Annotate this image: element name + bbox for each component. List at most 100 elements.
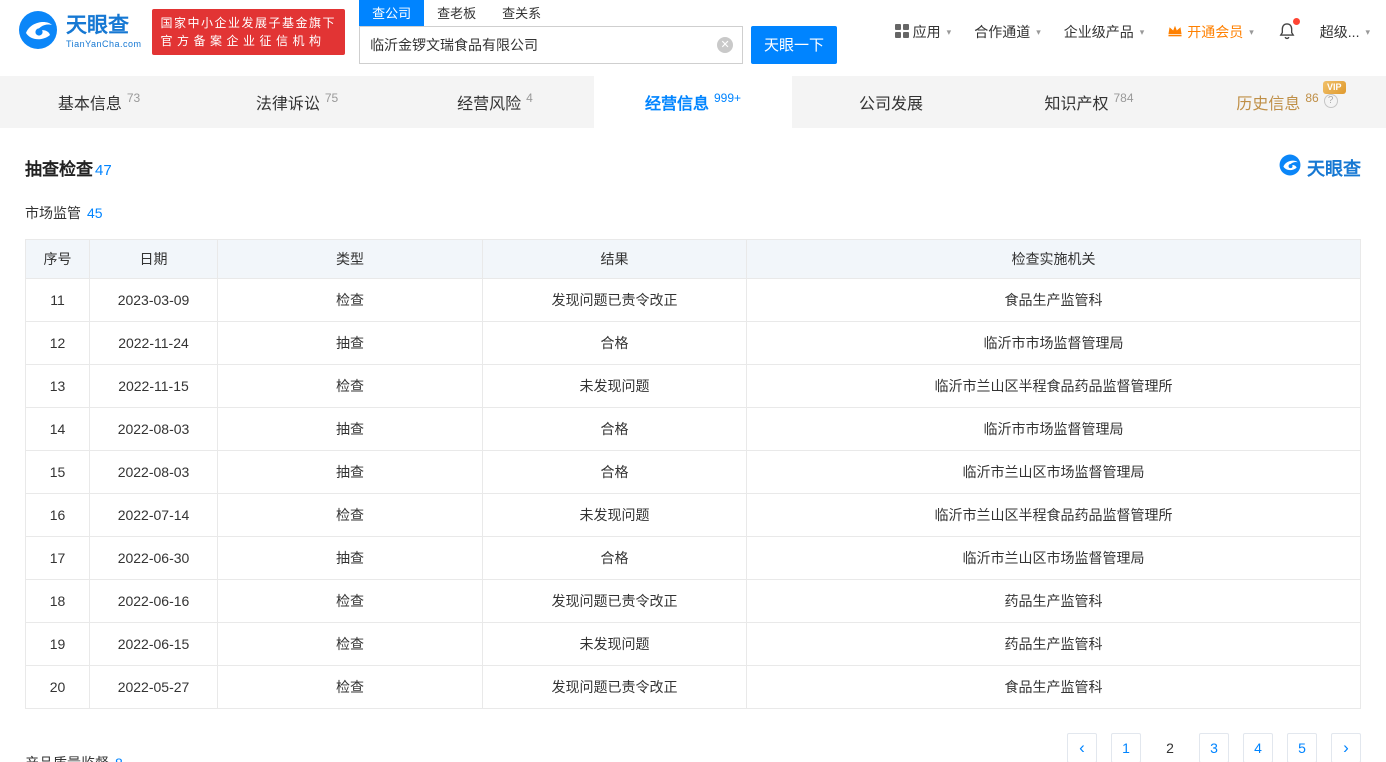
search-tab[interactable]: 查关系 [489,0,554,26]
chevron-down-icon: ▾ [1365,27,1370,38]
search-input[interactable] [359,26,743,64]
nav-tab[interactable]: 基本信息73 [0,76,198,128]
menu-item-enterprise[interactable]: 企业级产品 ▾ [1064,22,1145,42]
table-cell: 合格 [483,408,747,450]
nav-tab[interactable]: 法律诉讼 75 [198,76,396,128]
page-button-1[interactable]: 1 [1111,733,1141,762]
table-row: 122022-11-24抽查合格临沂市市场监督管理局 [26,321,1360,364]
menu-label-apps: 应用 [913,22,941,42]
tianyancha-logo-icon [18,10,58,55]
subsection-title: 市场监管45 [25,203,1361,223]
next-page-button[interactable]: › [1331,733,1361,762]
nav-tab-label: 经营信息 [645,90,709,114]
table-cell: 食品生产监管科 [747,666,1360,708]
menu-item-open-vip[interactable]: 开通会员 ▾ [1167,22,1254,42]
table-cell: 2023-03-09 [90,279,218,321]
table-cell: 16 [26,494,90,536]
notifications-bell-button[interactable] [1277,21,1297,44]
menu-label-cooperation: 合作通道 [974,22,1030,42]
nav-tab-label: 经营风险 [457,90,521,114]
nav-tab-label: 历史信息 [1236,90,1300,114]
nav-tab[interactable]: 历史信息 86 VIP? [1188,76,1386,128]
pagination: ‹ 12345 › [25,733,1361,762]
table-cell: 药品生产监管科 [747,580,1360,622]
nav-tab[interactable]: 知识产权 784 [990,76,1188,128]
section-count: 47 [95,162,112,179]
nav-tab-count: 75 [325,91,338,105]
section-title-row: 抽查检查47 [25,155,112,180]
page-button-3[interactable]: 3 [1199,733,1229,762]
table-row: 142022-08-03抽查合格临沂市市场监督管理局 [26,407,1360,450]
page-button-4[interactable]: 4 [1243,733,1273,762]
next-section-count: 8 [115,755,123,762]
table-header-cell: 结果 [483,240,747,278]
table-header-cell: 检查实施机关 [747,240,1360,278]
clear-search-icon[interactable]: ✕ [717,37,733,53]
table-cell: 临沂市市场监督管理局 [747,322,1360,364]
watermark-logo-icon [1279,154,1301,181]
table-cell: 抽查 [218,451,483,493]
table-header-cell: 日期 [90,240,218,278]
nav-tab-count: 4 [526,91,533,105]
menu-label-open-vip: 开通会员 [1187,22,1243,42]
next-section-title: 产品质量监督 8 [25,753,123,762]
chevron-down-icon: ▾ [1249,27,1254,38]
main-content: 抽查检查47 天眼查 市场监管45 序号日期类型结果检查实施机关 112023-… [0,128,1386,762]
table-cell: 2022-08-03 [90,451,218,493]
top-menu: 应用 ▾ 合作通道 ▾ 企业级产品 ▾ 开通会员 ▾ [895,21,1370,44]
table-cell: 抽查 [218,322,483,364]
table-cell: 检查 [218,494,483,536]
nav-tab[interactable]: 经营信息999+ [594,76,792,128]
nav-tab-count: 86 [1305,91,1318,105]
prev-page-button[interactable]: ‹ [1067,733,1097,762]
table-cell: 2022-11-24 [90,322,218,364]
table-cell: 19 [26,623,90,665]
table-cell: 17 [26,537,90,579]
search-input-wrap: ✕ [359,26,743,64]
nav-tab-label: 法律诉讼 [256,90,320,114]
menu-label-account: 超级... [1320,22,1360,42]
table-cell: 12 [26,322,90,364]
menu-item-cooperation[interactable]: 合作通道 ▾ [974,22,1041,42]
search-tabs: 查公司查老板查关系 [359,1,837,26]
menu-item-apps[interactable]: 应用 ▾ [895,22,952,42]
table-cell: 合格 [483,322,747,364]
table-cell: 14 [26,408,90,450]
page-button-5[interactable]: 5 [1287,733,1317,762]
nav-tab[interactable]: 经营风险 4 [396,76,594,128]
search-area: 查公司查老板查关系 ✕ 天眼一下 [359,1,837,64]
section-head: 抽查检查47 天眼查 [25,154,1361,181]
menu-item-account[interactable]: 超级... ▾ [1320,22,1370,42]
search-row: ✕ 天眼一下 [359,26,837,64]
nav-tabs: 基本信息73 法律诉讼 75 经营风险 4 经营信息999+ 公司发展 知识产权 784 历史信息… [0,76,1386,128]
table-cell: 2022-05-27 [90,666,218,708]
table-cell: 临沂市兰山区市场监督管理局 [747,451,1360,493]
table-cell: 临沂市兰山区半程食品药品监督管理所 [747,365,1360,407]
logo-text: 天眼查 TianYanCha.com [66,15,142,49]
crown-icon [1167,23,1183,41]
next-section-label: 产品质量监督 [25,755,109,762]
table-row: 172022-06-30抽查合格临沂市兰山区市场监督管理局 [26,536,1360,579]
vip-badge: VIP [1323,81,1346,94]
table-cell: 18 [26,580,90,622]
watermark-logo: 天眼查 [1279,154,1361,181]
nav-tab[interactable]: 公司发展 [792,76,990,128]
search-tab[interactable]: 查老板 [424,0,489,26]
page-button-2[interactable]: 2 [1155,733,1185,762]
nav-tab-count: 784 [1113,91,1133,105]
certification-line1: 国家中小企业发展子基金旗下 [161,14,337,32]
table-cell: 临沂市市场监督管理局 [747,408,1360,450]
table-cell: 食品生产监管科 [747,279,1360,321]
nav-tab-label: 公司发展 [859,90,923,114]
search-button[interactable]: 天眼一下 [751,26,837,64]
table-row: 112023-03-09检查发现问题已责令改正食品生产监管科 [26,278,1360,321]
table-cell: 检查 [218,365,483,407]
table-cell: 临沂市兰山区市场监督管理局 [747,537,1360,579]
subsection-label: 市场监管 [25,205,81,221]
nav-tab-label: 知识产权 [1044,90,1108,114]
tianyancha-logo[interactable]: 天眼查 TianYanCha.com [18,10,142,55]
help-icon[interactable]: ? [1324,94,1338,108]
topbar: 天眼查 TianYanCha.com 国家中小企业发展子基金旗下 官方备案企业征… [0,0,1386,64]
search-tab[interactable]: 查公司 [359,0,424,26]
table-cell: 检查 [218,580,483,622]
